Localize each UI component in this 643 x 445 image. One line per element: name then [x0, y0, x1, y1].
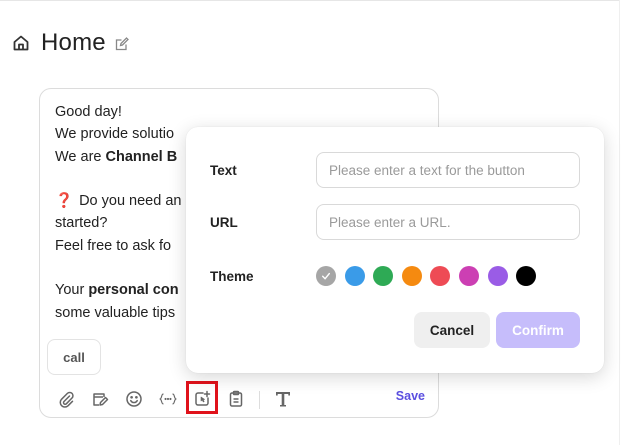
variable-braces-icon[interactable] [157, 388, 179, 410]
top-divider [0, 0, 619, 1]
message-bold-span: personal con [88, 282, 179, 299]
theme-swatches [316, 266, 545, 286]
message-line: Good day! [55, 104, 122, 120]
add-button-popup: Text URL Theme Cancel Confirm [186, 127, 604, 373]
edit-icon[interactable] [115, 37, 129, 51]
smiley-icon[interactable] [123, 388, 145, 410]
card-edit-icon[interactable] [89, 388, 111, 410]
theme-swatch-purple[interactable] [487, 266, 508, 286]
theme-swatch-black[interactable] [516, 266, 537, 286]
theme-swatch-orange[interactable] [401, 266, 422, 286]
save-button[interactable]: Save [396, 389, 425, 403]
text-format-icon[interactable] [272, 388, 294, 410]
message-text-span: Your [55, 282, 89, 299]
message-text-span: We are [55, 148, 106, 165]
message-bold-span: Channel B [105, 148, 178, 165]
right-divider [619, 0, 620, 445]
call-button-chip[interactable]: call [47, 339, 101, 375]
theme-swatch-blue[interactable] [344, 266, 365, 286]
text-label: Text [210, 163, 237, 178]
toolbar-separator [259, 391, 260, 409]
question-mark-icon: ❓ [55, 193, 74, 210]
confirm-button[interactable]: Confirm [496, 312, 580, 348]
message-text-span: Do you need an [79, 193, 182, 210]
url-label: URL [210, 215, 238, 230]
theme-swatch-magenta[interactable] [458, 266, 479, 286]
highlight-box [186, 381, 218, 414]
cancel-button[interactable]: Cancel [414, 312, 490, 348]
theme-label: Theme [210, 269, 254, 284]
theme-swatch-red[interactable] [430, 266, 451, 286]
paperclip-icon[interactable] [55, 388, 77, 410]
page-header: Home [12, 28, 129, 58]
theme-swatch-green[interactable] [373, 266, 394, 286]
clipboard-icon[interactable] [225, 388, 247, 410]
editor-toolbar: Save [40, 381, 438, 415]
theme-swatch-gray[interactable] [316, 266, 336, 286]
check-icon [321, 272, 331, 280]
page-title: Home [41, 29, 106, 56]
home-icon [12, 34, 30, 52]
button-text-input[interactable] [316, 152, 580, 188]
url-input[interactable] [316, 204, 580, 240]
